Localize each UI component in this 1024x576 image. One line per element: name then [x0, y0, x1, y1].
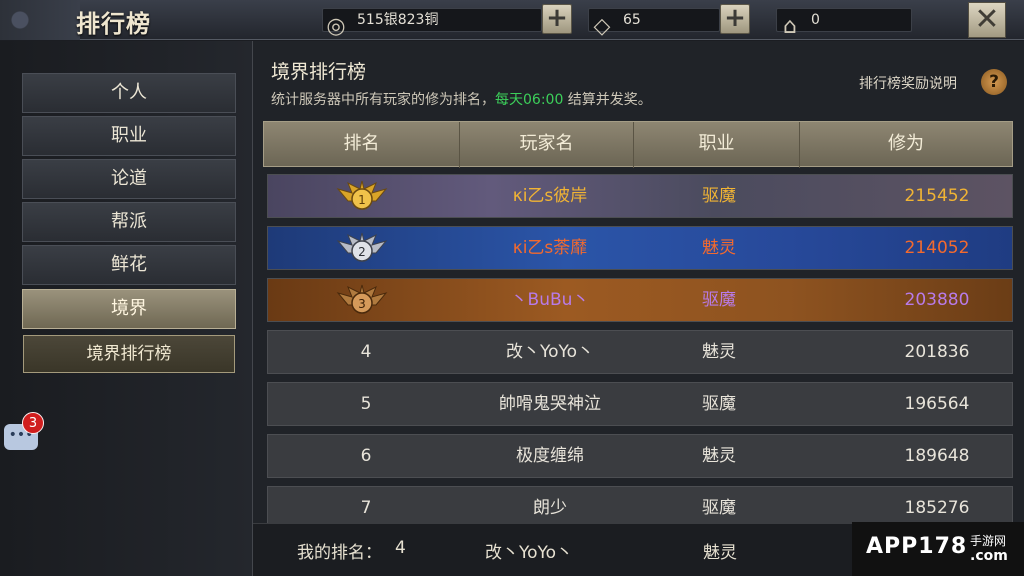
- table-row[interactable]: 3 丶BuBu丶 驱魔 203880: [267, 278, 1013, 322]
- player-profession: 魅灵: [702, 446, 736, 466]
- gem-value: 65: [623, 12, 641, 28]
- question-icon[interactable]: ?: [981, 69, 1007, 95]
- desc-time: 每天06:00: [495, 92, 564, 108]
- player-cultivation: 196564: [904, 394, 970, 414]
- my-rank-label: 我的排名：: [297, 543, 382, 563]
- player-name: 改丶YoYo丶: [505, 342, 595, 362]
- player-cultivation: 201836: [904, 342, 970, 362]
- silver-medal-icon: 2: [336, 232, 388, 262]
- ticket-icon: ⌂: [783, 14, 797, 39]
- table-row[interactable]: 1 κi乙s彼岸 驱魔 215452: [267, 174, 1013, 218]
- player-cultivation: 215452: [904, 186, 970, 206]
- table-row[interactable]: 6 极度缠绵 魅灵 189648: [267, 434, 1013, 478]
- ticket-value: 0: [811, 12, 820, 28]
- sidebar: 个人 职业 论道 帮派 鲜花 境界 境界排行榜: [0, 41, 252, 576]
- column-rank: 排名: [264, 122, 460, 168]
- player-profession: 驱魔: [702, 290, 736, 310]
- desc-text-end: 结算并发奖。: [563, 92, 652, 108]
- ticket-display: ⌂ 0: [776, 8, 912, 39]
- watermark-logo: APP178 手游网 .com: [852, 522, 1024, 576]
- sidebar-item-debate[interactable]: 论道: [22, 159, 236, 199]
- my-profession: 魅灵: [703, 543, 737, 563]
- player-profession: 魅灵: [702, 238, 736, 258]
- sidebar-item-personal[interactable]: 个人: [22, 73, 236, 113]
- watermark-text: APP178: [866, 534, 968, 559]
- column-cultivation: 修为: [888, 133, 924, 154]
- my-player-name: 改丶YoYo丶: [485, 543, 574, 563]
- sidebar-item-realm[interactable]: 境界: [22, 289, 236, 329]
- my-rank-value: 4: [395, 538, 406, 558]
- player-profession: 魅灵: [702, 342, 736, 362]
- player-name: κi乙s彼岸: [512, 186, 588, 206]
- medal-rank-3: 3: [358, 297, 366, 311]
- gold-medal-icon: 1: [336, 180, 388, 210]
- sidebar-item-profession[interactable]: 职业: [22, 116, 236, 156]
- chat-notification-badge: 3: [22, 412, 44, 434]
- player-rank: 6: [360, 446, 372, 466]
- watermark-domain: .com: [970, 548, 1008, 564]
- medal-rank-2: 2: [358, 245, 366, 259]
- medal-rank-1: 1: [358, 193, 366, 207]
- sidebar-item-flowers[interactable]: 鲜花: [22, 245, 236, 285]
- add-currency-button[interactable]: +: [542, 4, 572, 34]
- player-profession: 驱魔: [702, 394, 736, 414]
- player-rank: 4: [360, 342, 372, 362]
- table-row[interactable]: 4 改丶YoYo丶 魅灵 201836: [267, 330, 1013, 374]
- watermark-subtext: 手游网: [970, 534, 1007, 548]
- page-title: 排行榜: [76, 10, 151, 38]
- table-header: 排名 玩家名 职业 修为: [263, 121, 1013, 168]
- close-icon: ✕: [974, 2, 1000, 37]
- player-profession: 驱魔: [702, 186, 736, 206]
- sidebar-subitem-realm-ranking[interactable]: 境界排行榜: [23, 335, 235, 373]
- player-cultivation: 189648: [904, 446, 970, 466]
- player-name: 丶BuBu丶: [510, 290, 590, 310]
- currency-display: ◎ 515银823铜: [322, 8, 542, 39]
- player-name: 极度缠绵: [516, 446, 584, 466]
- reward-info-link[interactable]: 排行榜奖励说明: [859, 73, 957, 93]
- player-name: κi乙s荼靡: [512, 238, 588, 258]
- player-name: 帥嗗鬼哭神泣: [499, 394, 601, 414]
- table-row[interactable]: 5 帥嗗鬼哭神泣 驱魔 196564: [267, 382, 1013, 426]
- player-cultivation: 214052: [904, 238, 970, 258]
- bronze-medal-icon: 3: [336, 284, 388, 314]
- my-rank-bar: 我的排名： 4 改丶YoYo丶 魅灵: [253, 523, 853, 576]
- gem-display: ◇ 65: [588, 8, 720, 39]
- player-cultivation: 203880: [904, 290, 970, 310]
- column-player: 玩家名: [460, 122, 634, 168]
- currency-value: 515银823铜: [357, 12, 439, 28]
- coin-icon: ◎: [326, 14, 346, 39]
- ranking-description: 统计服务器中所有玩家的修为排名，每天06:00 结算并发奖。: [271, 89, 652, 109]
- decorative-ornament: [0, 0, 80, 40]
- diamond-icon: ◇: [593, 14, 611, 39]
- add-gems-button[interactable]: +: [720, 4, 750, 34]
- column-profession: 职业: [634, 122, 800, 168]
- main-panel: 境界排行榜 统计服务器中所有玩家的修为排名，每天06:00 结算并发奖。 排行榜…: [252, 41, 1024, 576]
- table-row[interactable]: 2 κi乙s荼靡 魅灵 214052: [267, 226, 1013, 270]
- player-rank: 5: [360, 394, 372, 414]
- section-title: 境界排行榜: [271, 61, 367, 83]
- sidebar-item-guild[interactable]: 帮派: [22, 202, 236, 242]
- top-bar: 排行榜 ◎ 515银823铜 + ◇ 65 + ⌂ 0 ✕: [0, 0, 1024, 40]
- desc-text: 统计服务器中所有玩家的修为排名，: [271, 92, 495, 108]
- close-button[interactable]: ✕: [968, 2, 1006, 38]
